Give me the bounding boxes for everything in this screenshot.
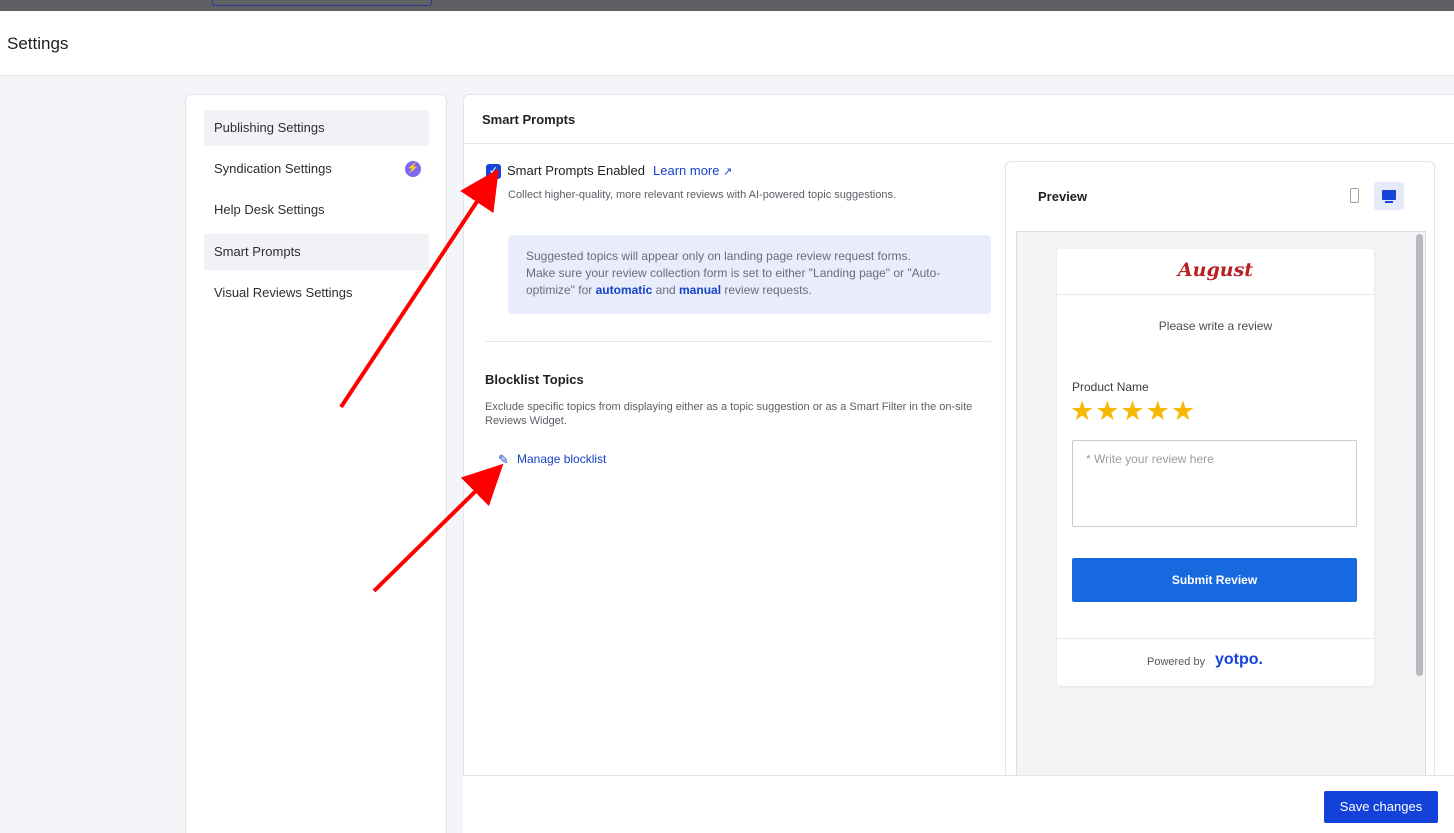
- sidebar-item-label: Help Desk Settings: [214, 202, 325, 217]
- panel-title: Smart Prompts: [482, 112, 576, 127]
- sidebar-item-help-desk-settings[interactable]: Help Desk Settings: [204, 192, 429, 228]
- sidebar-item-publishing-settings[interactable]: Publishing Settings: [204, 110, 429, 146]
- preview-title: Preview: [1038, 189, 1088, 204]
- brand-logo: August: [1177, 259, 1254, 281]
- info-notice: Suggested topics will appear only on lan…: [508, 235, 991, 314]
- divider: [1057, 638, 1374, 639]
- info-text: review requests.: [721, 283, 812, 297]
- product-name: Product Name: [1072, 380, 1149, 394]
- blocklist-title: Blocklist Topics: [485, 372, 584, 387]
- browser-tab[interactable]: [212, 0, 432, 6]
- pencil-icon[interactable]: ✎: [498, 452, 509, 468]
- desktop-icon: [1382, 190, 1396, 200]
- review-textarea[interactable]: * Write your review here: [1072, 440, 1357, 527]
- sidebar-item-label: Publishing Settings: [214, 120, 325, 135]
- sidebar-item-label: Smart Prompts: [214, 244, 301, 259]
- desktop-view-button[interactable]: [1374, 182, 1404, 210]
- sidebar-item-label: Syndication Settings: [214, 161, 332, 176]
- automatic-link[interactable]: automatic: [596, 283, 653, 297]
- divider: [1057, 294, 1374, 295]
- save-changes-button[interactable]: Save changes: [1324, 791, 1438, 823]
- panel-header: Smart Prompts: [464, 95, 1454, 144]
- submit-review-button[interactable]: Submit Review: [1072, 558, 1357, 602]
- settings-sidebar: Publishing Settings Syndication Settings…: [185, 94, 447, 833]
- review-form: August Please write a review Product Nam…: [1057, 249, 1374, 686]
- manual-link[interactable]: manual: [679, 283, 721, 297]
- learn-more-label: Learn more: [653, 163, 720, 178]
- preview-card: Preview August Please write a review Pro…: [1005, 161, 1435, 833]
- info-line-2: Make sure your review collection form is…: [526, 265, 973, 299]
- learn-more-link[interactable]: Learn more ↗: [653, 163, 732, 178]
- external-link-icon: ↗: [723, 166, 733, 178]
- page-title: Settings: [7, 34, 69, 53]
- review-prompt: Please write a review: [1158, 319, 1273, 333]
- smart-prompts-enabled-label[interactable]: Smart Prompts Enabled: [507, 163, 645, 178]
- smart-prompts-panel: Smart Prompts ✓ Smart Prompts Enabled Le…: [463, 94, 1454, 833]
- smart-prompts-description: Collect higher-quality, more relevant re…: [508, 189, 897, 201]
- sidebar-item-syndication-settings[interactable]: Syndication Settings ⚡: [204, 151, 429, 187]
- preview-scrollbar[interactable]: [1416, 234, 1423, 676]
- checkmark-icon: ✓: [488, 165, 499, 177]
- footer-bar: Save changes: [463, 775, 1454, 833]
- sidebar-item-visual-reviews-settings[interactable]: Visual Reviews Settings: [204, 275, 429, 311]
- star-rating[interactable]: ★★★★★: [1070, 396, 1196, 427]
- browser-top-strip: [0, 0, 1454, 11]
- desktop-icon-stand: [1385, 201, 1393, 203]
- info-text: and: [652, 283, 680, 297]
- sidebar-item-smart-prompts[interactable]: Smart Prompts: [204, 234, 429, 270]
- smart-prompts-enabled-checkbox[interactable]: ✓: [486, 164, 501, 179]
- preview-frame: August Please write a review Product Nam…: [1016, 231, 1426, 833]
- sidebar-item-label: Visual Reviews Settings: [214, 285, 353, 300]
- divider: [485, 341, 991, 342]
- yotpo-logo: yotpo.: [1215, 651, 1263, 668]
- page-header: Settings: [0, 11, 1454, 76]
- mobile-view-icon[interactable]: [1350, 188, 1359, 203]
- lightning-icon: ⚡: [405, 161, 421, 177]
- powered-by-text: Powered by: [1147, 656, 1206, 668]
- blocklist-description: Exclude specific topics from displaying …: [485, 401, 973, 427]
- manage-blocklist-link[interactable]: Manage blocklist: [517, 452, 606, 466]
- info-line-1: Suggested topics will appear only on lan…: [526, 249, 911, 263]
